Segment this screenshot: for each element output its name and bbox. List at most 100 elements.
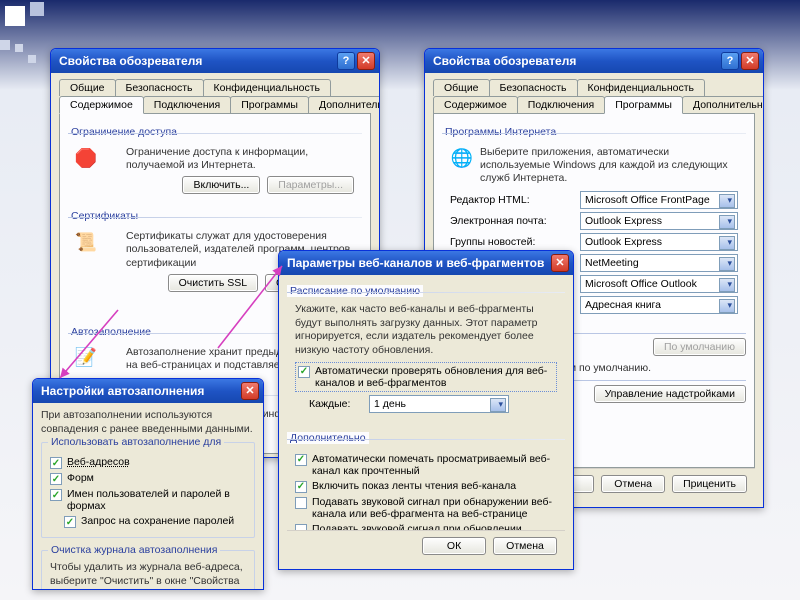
titlebar[interactable]: Свойства обозревателя ? ✕ (51, 49, 379, 73)
titlebar[interactable]: Настройки автозаполнения ✕ (33, 379, 263, 403)
group-legend: Дополнительно (287, 432, 369, 444)
check-sound-found[interactable]: Подавать звуковой сигнал при обнаружении… (295, 496, 557, 520)
checkbox-icon (50, 473, 62, 485)
close-button[interactable]: ✕ (241, 382, 259, 400)
programs-icon: 🌐 (450, 146, 474, 170)
group-legend: Автозаполнение (68, 326, 154, 338)
certificate-icon: 📜 (74, 230, 98, 254)
checkbox-icon (50, 489, 62, 501)
close-button[interactable]: ✕ (741, 52, 759, 70)
check-sound-found-label: Подавать звуковой сигнал при обнаружении… (312, 496, 557, 520)
tab-connections[interactable]: Подключения (143, 96, 231, 113)
checkbox-icon (298, 366, 310, 378)
check-mark-read-label: Автоматически помечать просматриваемый в… (312, 453, 557, 477)
group-legend: Расписание по умолчанию (287, 285, 423, 297)
combo-newsgroups[interactable]: Outlook Express (580, 233, 738, 251)
check-forms-label: Форм (67, 472, 246, 484)
group-schedule: Расписание по умолчанию Укажите, как час… (287, 285, 565, 424)
group-legend: Программы Интернета (442, 126, 559, 138)
tab-content[interactable]: Содержимое (433, 96, 518, 113)
titlebar[interactable]: Параметры веб-каналов и веб-фрагментов ✕ (279, 251, 573, 275)
schedule-text: Укажите, как часто веб-каналы и веб-фраг… (295, 303, 557, 358)
check-forms[interactable]: Форм (50, 472, 246, 485)
content-advisor-text: Ограничение доступа к информации, получа… (126, 146, 354, 172)
tab-advanced[interactable]: Дополнительно (682, 96, 763, 113)
tab-security[interactable]: Безопасность (115, 79, 204, 96)
group-advanced: Дополнительно Автоматически помечать про… (287, 432, 565, 530)
tab-security[interactable]: Безопасность (489, 79, 578, 96)
fieldset-use-for: Использовать автозаполнение для Веб-адре… (41, 442, 255, 538)
close-button[interactable]: ✕ (357, 52, 375, 70)
combo-email[interactable]: Outlook Express (580, 212, 738, 230)
help-button[interactable]: ? (721, 52, 739, 70)
check-mark-read[interactable]: Автоматически помечать просматриваемый в… (295, 453, 557, 477)
tab-privacy[interactable]: Конфиденциальность (577, 79, 706, 96)
tab-privacy[interactable]: Конфиденциальность (203, 79, 332, 96)
combo-contacts[interactable]: Адресная книга (580, 296, 738, 314)
tab-connections[interactable]: Подключения (517, 96, 605, 113)
clear-history-text: Чтобы удалить из журнала веб-адреса, выб… (50, 561, 246, 589)
help-button[interactable]: ? (337, 52, 355, 70)
check-usernames-label: Имен пользователей и паролей в формах (67, 488, 246, 512)
group-content-advisor: Ограничение доступа 🛑 Ограничение доступ… (68, 126, 362, 202)
enable-button[interactable]: Включить... (182, 176, 260, 194)
set-default-button[interactable]: По умолчанию (653, 338, 746, 356)
window-title: Настройки автозаполнения (41, 384, 204, 398)
feed-settings-window: Параметры веб-каналов и веб-фрагментов ✕… (278, 250, 574, 570)
tab-content[interactable]: Содержимое (59, 96, 144, 114)
check-prompt-save-label: Запрос на сохранение паролей (81, 515, 246, 527)
window-title: Свойства обозревателя (59, 54, 202, 68)
checkbox-icon (295, 481, 307, 493)
settings-button[interactable]: Параметры... (267, 176, 354, 194)
dialog-footer: ОК Отмена (287, 530, 565, 561)
fieldset-legend: Использовать автозаполнение для (48, 436, 224, 448)
autocomplete-settings-window: Настройки автозаполнения ✕ При автозапол… (32, 378, 264, 590)
checkbox-icon (50, 457, 62, 469)
check-prompt-save[interactable]: Запрос на сохранение паролей (64, 515, 246, 528)
check-web-addresses[interactable]: Веб-адресов (50, 456, 246, 469)
row-html-editor: Редактор HTML: Microsoft Office FrontPag… (450, 191, 738, 209)
fieldset-clear-history: Очистка журнала автозаполнения Чтобы уда… (41, 550, 255, 589)
ok-button[interactable]: ОК (422, 537, 486, 555)
apply-button[interactable]: Приценить (672, 475, 747, 493)
programs-text: Выберите приложения, автоматически испол… (480, 146, 738, 185)
label-email: Электронная почта: (450, 215, 580, 227)
autocomplete-icon: 📝 (74, 346, 98, 370)
check-auto-update-label: Автоматически проверять обновления для в… (315, 365, 554, 389)
combo-calendar[interactable]: Microsoft Office Outlook (580, 275, 738, 293)
checkbox-icon (64, 516, 76, 528)
check-auto-update[interactable]: Автоматически проверять обновления для в… (295, 362, 557, 392)
group-legend: Сертификаты (68, 210, 141, 222)
check-sound-update-label: Подавать звуковой сигнал при обновлении … (312, 523, 557, 530)
cancel-button[interactable]: Отмена (493, 537, 557, 555)
content-advisor-icon: 🛑 (74, 146, 98, 170)
cancel-button[interactable]: Отмена (601, 475, 665, 493)
autocomplete-intro: При автозаполнении используются совпаден… (41, 409, 255, 436)
combo-html-editor[interactable]: Microsoft Office FrontPage (580, 191, 738, 209)
row-email: Электронная почта: Outlook Express (450, 212, 738, 230)
checkbox-icon (295, 524, 307, 530)
clear-ssl-button[interactable]: Очистить SSL (168, 274, 258, 292)
close-button[interactable]: ✕ (551, 254, 569, 272)
window-title: Свойства обозревателя (433, 54, 576, 68)
fieldset-legend: Очистка журнала автозаполнения (48, 544, 220, 556)
check-usernames[interactable]: Имен пользователей и паролей в формах (50, 488, 246, 512)
combo-every[interactable]: 1 день (369, 395, 509, 413)
label-html-editor: Редактор HTML: (450, 194, 580, 206)
combo-internet-call[interactable]: NetMeeting (580, 254, 738, 272)
checkbox-icon (295, 497, 307, 509)
group-legend: Ограничение доступа (68, 126, 180, 138)
tab-advanced[interactable]: Дополнительно (308, 96, 379, 113)
label-every: Каждые: (309, 398, 369, 410)
tab-programs[interactable]: Программы (230, 96, 309, 113)
manage-addons-button[interactable]: Управление надстройками (594, 385, 746, 403)
check-web-addresses-label: Веб-адресов (67, 456, 246, 468)
titlebar[interactable]: Свойства обозревателя ? ✕ (425, 49, 763, 73)
window-title: Параметры веб-каналов и веб-фрагментов (287, 256, 544, 270)
check-sound-update[interactable]: Подавать звуковой сигнал при обновлении … (295, 523, 557, 530)
tab-general[interactable]: Общие (59, 79, 116, 96)
tab-general[interactable]: Общие (433, 79, 490, 96)
check-feed-view[interactable]: Включить показ ленты чтения веб-канала (295, 480, 557, 493)
check-feed-view-label: Включить показ ленты чтения веб-канала (312, 480, 557, 492)
tab-programs[interactable]: Программы (604, 96, 683, 114)
